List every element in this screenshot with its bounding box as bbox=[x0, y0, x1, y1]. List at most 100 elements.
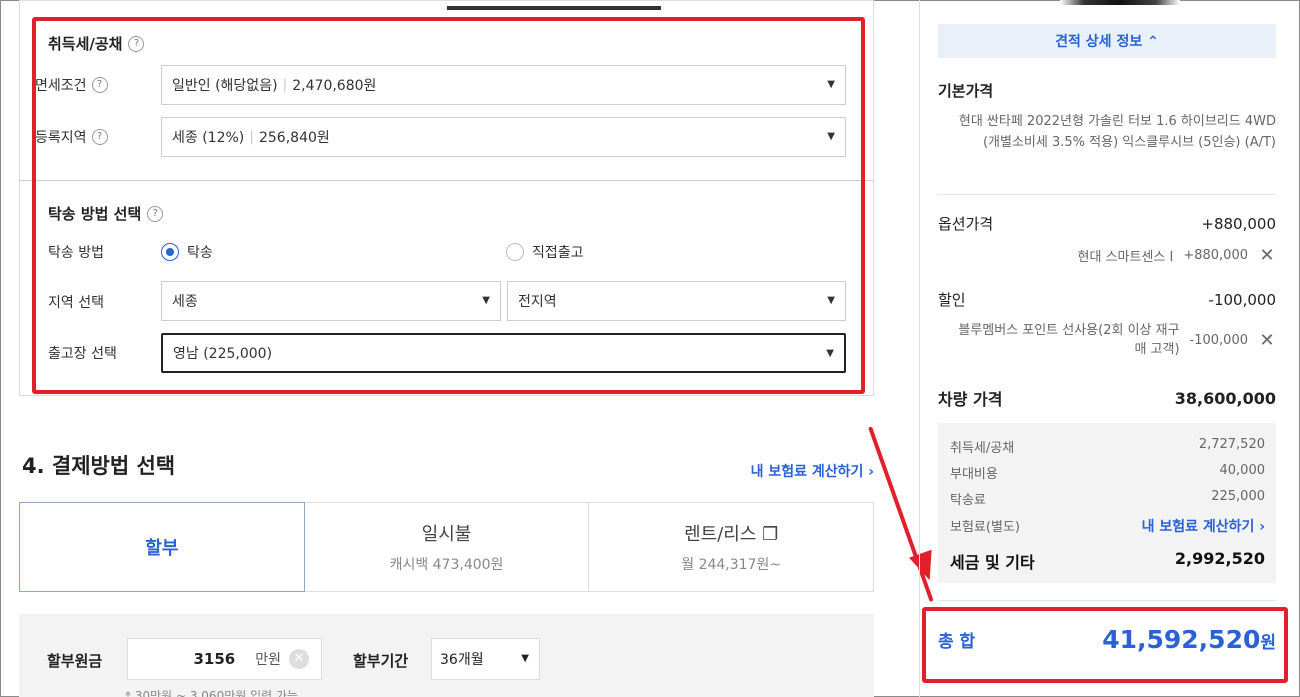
delivery-region-select[interactable]: 세종 ▼ bbox=[161, 281, 501, 321]
grand-total-amount: 41,592,520원 bbox=[1102, 625, 1276, 654]
dropdown-caret-icon: ▼ bbox=[827, 295, 835, 306]
tax-label: 취득세/공채 bbox=[950, 441, 1015, 456]
period-value: 36개월 bbox=[440, 652, 484, 668]
grand-total-row: 총 합 41,592,520원 bbox=[938, 625, 1276, 654]
dropdown-caret-icon: ▼ bbox=[827, 79, 835, 90]
option-item-name: 현대 스마트센스 I bbox=[1077, 250, 1174, 265]
delivery-subregion-value: 전지역 bbox=[518, 294, 557, 310]
help-icon[interactable]: ? bbox=[147, 205, 164, 222]
exemption-value: 일반인 (해당없음) bbox=[172, 78, 278, 94]
principal-value: 3156 bbox=[193, 650, 236, 668]
radio-delivery-label: 탁송 bbox=[187, 245, 213, 261]
exemption-select[interactable]: 일반인 (해당없음) | 2,470,680원 ▼ bbox=[161, 65, 846, 105]
remove-icon[interactable]: ✕ bbox=[1258, 245, 1276, 266]
radio-checked-icon bbox=[161, 243, 179, 261]
insurance-calc-link[interactable]: 내 보험료 계산하기 › bbox=[751, 461, 874, 481]
tab-rent-lease-label: 렌트/리스 ❐ bbox=[684, 524, 779, 545]
delivery-region-value: 세종 bbox=[172, 294, 198, 310]
tab-installment-label: 할부 bbox=[145, 538, 179, 559]
divider bbox=[938, 600, 1276, 601]
option-item-price: +880,000 bbox=[1183, 248, 1248, 263]
vehicle-price-value: 38,600,000 bbox=[1174, 388, 1276, 408]
vehicle-photo bbox=[1060, 0, 1180, 5]
section-divider bbox=[19, 180, 874, 181]
radio-delivery[interactable]: 탁송 bbox=[161, 242, 213, 262]
dropdown-caret-icon: ▼ bbox=[827, 131, 835, 142]
tax-value: 2,727,520 bbox=[1198, 437, 1265, 452]
remove-icon[interactable]: ✕ bbox=[1258, 330, 1276, 351]
tab-rent-lease-sub: 월 244,317원~ bbox=[681, 557, 782, 573]
tax-total-value: 2,992,520 bbox=[1174, 549, 1265, 568]
tax-label: 탁송료 bbox=[950, 493, 986, 508]
option-price-row: 옵션가격 +880,000 bbox=[938, 213, 1276, 234]
radio-direct-pickup[interactable]: 직접출고 bbox=[506, 242, 584, 262]
discount-value: -100,000 bbox=[1208, 290, 1276, 309]
period-select[interactable]: 36개월 ▼ bbox=[431, 638, 540, 680]
tab-installment[interactable]: 할부 bbox=[19, 502, 305, 592]
separator: | bbox=[249, 129, 254, 145]
period-label: 할부기간 bbox=[353, 652, 409, 670]
discount-item-price: -100,000 bbox=[1189, 332, 1248, 348]
option-price-value: +880,000 bbox=[1201, 214, 1276, 233]
grand-total-label: 총 합 bbox=[938, 632, 976, 652]
discount-item-name: 블루멤버스 포인트 선사용(2회 이상 재구매 고객) bbox=[958, 323, 1180, 357]
exemption-label-text: 면세조건 bbox=[35, 78, 87, 94]
separator: | bbox=[282, 77, 288, 93]
tax-total-label: 세금 및 기타 bbox=[950, 553, 1035, 572]
tax-row: 탁송료 225,000 bbox=[950, 489, 1265, 508]
delivery-section-title-text: 탁송 방법 선택 bbox=[48, 205, 142, 223]
tax-section-title: 취득세/공채 ? bbox=[48, 33, 145, 54]
depot-select[interactable]: 영남 (225,000) ▼ bbox=[161, 333, 846, 373]
principal-note: * 30만원 ~ 3,060만원 입력 가능 bbox=[125, 689, 299, 697]
tab-lump-sum-label: 일시불 bbox=[421, 524, 472, 545]
tab-lump-sum-sub: 캐시백 473,400원 bbox=[389, 557, 504, 573]
payment-title: 4. 결제방법 선택 bbox=[22, 454, 176, 478]
divider bbox=[938, 194, 1276, 195]
option-price-label: 옵션가격 bbox=[938, 215, 994, 233]
region-label: 등록지역 ? bbox=[35, 127, 108, 147]
tax-row: 취득세/공채 2,727,520 bbox=[950, 437, 1265, 456]
dropdown-caret-icon: ▼ bbox=[521, 653, 529, 664]
dropdown-caret-icon: ▼ bbox=[826, 348, 834, 359]
payment-tabs: 할부 일시불 캐시백 473,400원 렌트/리스 ❐ 월 244,317원~ bbox=[19, 502, 875, 592]
summary-divider bbox=[919, 0, 920, 697]
tax-row: 보험료(별도) 내 보험료 계산하기 › bbox=[950, 516, 1265, 536]
help-icon[interactable]: ? bbox=[91, 77, 108, 93]
radio-direct-pickup-label: 직접출고 bbox=[532, 245, 584, 261]
help-icon[interactable]: ? bbox=[128, 35, 145, 52]
principal-input[interactable]: 3156 만원 ✕ bbox=[127, 638, 322, 680]
tax-value: 225,000 bbox=[1211, 489, 1265, 504]
tab-lump-sum[interactable]: 일시불 캐시백 473,400원 bbox=[304, 502, 590, 592]
grand-total-value: 41,592,520 bbox=[1102, 625, 1261, 654]
clear-icon[interactable]: ✕ bbox=[289, 649, 309, 669]
insurance-calc-link[interactable]: 내 보험료 계산하기 › bbox=[1142, 516, 1265, 536]
discount-row: 할인 -100,000 bbox=[938, 289, 1276, 310]
delivery-method-label: 탁송 방법 bbox=[48, 245, 104, 261]
base-price-description: 현대 싼타페 2022년형 가솔린 터보 1.6 하이브리드 4WD (개별소비… bbox=[958, 114, 1276, 150]
discount-item-row: 블루멤버스 포인트 선사용(2회 이상 재구매 고객) -100,000 ✕ bbox=[938, 321, 1276, 359]
delivery-section-title: 탁송 방법 선택 ? bbox=[48, 203, 164, 224]
grand-total-unit: 원 bbox=[1260, 633, 1276, 653]
help-icon[interactable]: ? bbox=[91, 129, 108, 145]
tax-label: 부대비용 bbox=[950, 467, 998, 482]
tax-row: 부대비용 40,000 bbox=[950, 463, 1265, 482]
tax-total-row: 세금 및 기타 2,992,520 bbox=[950, 549, 1265, 573]
base-price-title: 기본가격 bbox=[938, 82, 994, 100]
detail-info-button[interactable]: 견적 상세 정보 ⌃ bbox=[938, 24, 1276, 58]
delivery-subregion-select[interactable]: 전지역 ▼ bbox=[507, 281, 846, 321]
region-select-label: 지역 선택 bbox=[48, 295, 104, 311]
radio-unchecked-icon bbox=[506, 243, 524, 261]
region-label-text: 등록지역 bbox=[35, 130, 87, 146]
vehicle-price-row: 차량 가격 38,600,000 bbox=[938, 386, 1276, 410]
region-amount: 256,840원 bbox=[258, 130, 330, 146]
discount-label: 할인 bbox=[938, 291, 966, 309]
registration-region-select[interactable]: 세종 (12%) | 256,840원 ▼ bbox=[161, 117, 846, 157]
principal-unit: 만원 bbox=[255, 652, 281, 668]
tax-section-title-text: 취득세/공채 bbox=[48, 35, 123, 53]
exemption-amount: 2,470,680원 bbox=[292, 78, 377, 94]
dropdown-caret-icon: ▼ bbox=[482, 295, 490, 306]
tab-rent-lease[interactable]: 렌트/리스 ❐ 월 244,317원~ bbox=[589, 502, 875, 592]
option-item-row: 현대 스마트센스 I +880,000 ✕ bbox=[938, 245, 1276, 266]
vehicle-price-label: 차량 가격 bbox=[938, 390, 1003, 409]
depot-label: 출고장 선택 bbox=[48, 346, 117, 362]
